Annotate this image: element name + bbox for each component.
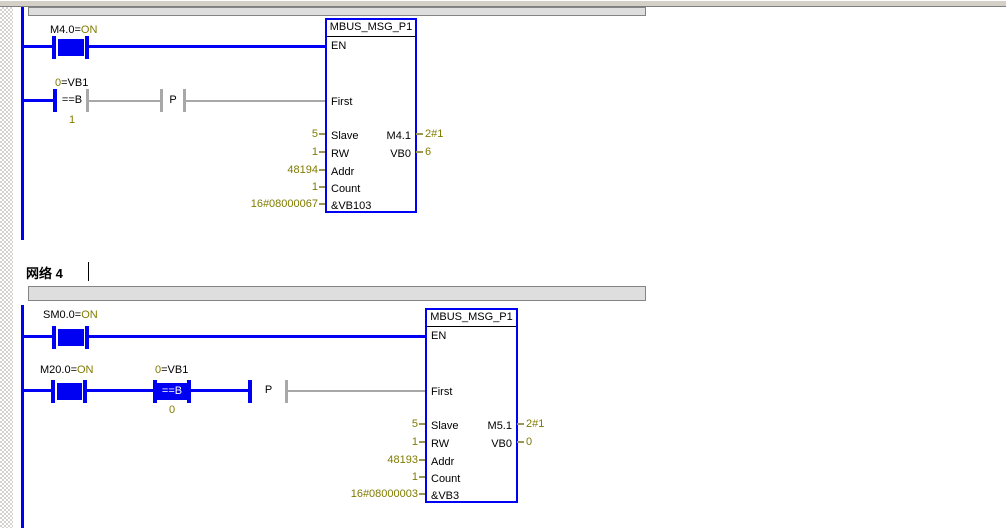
compare-contact-==b-energized[interactable]: ==B [157, 383, 187, 400]
input-value-rw: 1 [208, 146, 318, 158]
output-operand: M5.1 [488, 420, 512, 432]
pin-stub [416, 151, 423, 153]
contact-m20.0-energized[interactable] [57, 383, 82, 400]
pin-count: Count [431, 473, 460, 485]
block-title: MBUS_MSG_P1 [327, 21, 415, 33]
pane-splitter-bar[interactable] [0, 0, 1006, 7]
mbus-msg-block[interactable]: MBUS_MSG_P1 EN First Slave RW Addr Count… [325, 18, 417, 213]
pin-stub [319, 151, 325, 153]
pin-stub [517, 423, 524, 425]
contact-m4.0-energized[interactable] [58, 39, 84, 56]
contact-sm0.0-energized[interactable] [58, 329, 84, 346]
contact-bar [52, 36, 56, 59]
block-title: MBUS_MSG_P1 [427, 311, 516, 323]
network4-title[interactable]: 网络 4 [26, 263, 63, 282]
output-operand: VB0 [491, 438, 512, 450]
pin-slave: Slave [431, 420, 459, 432]
wire [24, 45, 53, 48]
output-operand: M4.1 [387, 130, 411, 142]
pin-addr: Addr [431, 456, 454, 468]
pin-stub [419, 441, 425, 443]
compare-label: 0=VB1 [55, 77, 88, 89]
wire [24, 335, 53, 338]
pin-stub [419, 493, 425, 495]
input-value-buffer: 16#08000003 [308, 488, 418, 500]
contact-bar [51, 380, 55, 403]
wire [24, 389, 52, 392]
contact-label: SM0.0=ON [43, 309, 98, 321]
wire [89, 45, 325, 48]
pin-buffer: &VB103 [331, 200, 371, 212]
pin-addr: Addr [331, 166, 354, 178]
wire [24, 99, 53, 102]
wire [89, 100, 160, 102]
pin-stub [419, 423, 425, 425]
pin-stub [419, 459, 425, 461]
wire [87, 389, 153, 392]
contact-label: M20.0=ON [40, 364, 94, 376]
output-operand: VB0 [390, 148, 411, 160]
wire [288, 390, 425, 392]
compare-current-value: 0 [157, 404, 187, 416]
input-value-count: 1 [208, 181, 318, 193]
positive-edge-contact[interactable]: P [163, 94, 183, 106]
input-value-buffer: 16#08000067 [208, 198, 318, 210]
network4-comment-bar[interactable] [28, 286, 646, 301]
compare-contact-==b[interactable]: ==B [59, 94, 85, 106]
pin-stub [517, 441, 524, 443]
network4-power-rail [21, 305, 24, 528]
network3-comment-bar[interactable] [28, 7, 646, 16]
wire [191, 389, 248, 392]
pin-rw: RW [331, 148, 349, 160]
compare-contact-bar [53, 89, 57, 112]
editor-left-margin [0, 7, 13, 528]
contact-bar [52, 326, 56, 349]
pin-en: EN [331, 40, 346, 52]
mbus-msg-block[interactable]: MBUS_MSG_P1 EN First Slave RW Addr Count… [425, 308, 518, 503]
input-value-rw: 1 [308, 436, 418, 448]
pin-rw: RW [431, 438, 449, 450]
pin-slave: Slave [331, 130, 359, 142]
output-value: 6 [425, 146, 431, 158]
positive-edge-contact[interactable]: P [252, 384, 285, 396]
pin-count: Count [331, 183, 360, 195]
pin-stub [419, 476, 425, 478]
pin-stub [319, 169, 325, 171]
pin-stub [319, 133, 325, 135]
pin-first: First [331, 96, 352, 108]
pin-first: First [431, 386, 452, 398]
input-value-addr: 48194 [208, 164, 318, 176]
input-value-slave: 5 [208, 128, 318, 140]
pin-buffer: &VB3 [431, 490, 459, 502]
compare-label: 0=VB1 [155, 364, 188, 376]
text-caret [88, 262, 89, 281]
input-value-slave: 5 [308, 418, 418, 430]
output-value: 2#1 [526, 418, 544, 430]
input-value-addr: 48193 [308, 454, 418, 466]
wire [89, 335, 425, 338]
input-value-count: 1 [308, 471, 418, 483]
contact-label: M4.0=ON [50, 24, 97, 36]
output-value: 0 [526, 436, 532, 448]
compare-current-value: 1 [59, 114, 85, 126]
block-title-separator [327, 36, 415, 37]
pin-stub [319, 186, 325, 188]
pin-stub [416, 133, 423, 135]
pin-stub [319, 203, 325, 205]
wire [186, 100, 325, 102]
network3-power-rail [21, 7, 24, 240]
pin-en: EN [431, 330, 446, 342]
output-value: 2#1 [425, 128, 443, 140]
block-title-separator [427, 326, 516, 327]
